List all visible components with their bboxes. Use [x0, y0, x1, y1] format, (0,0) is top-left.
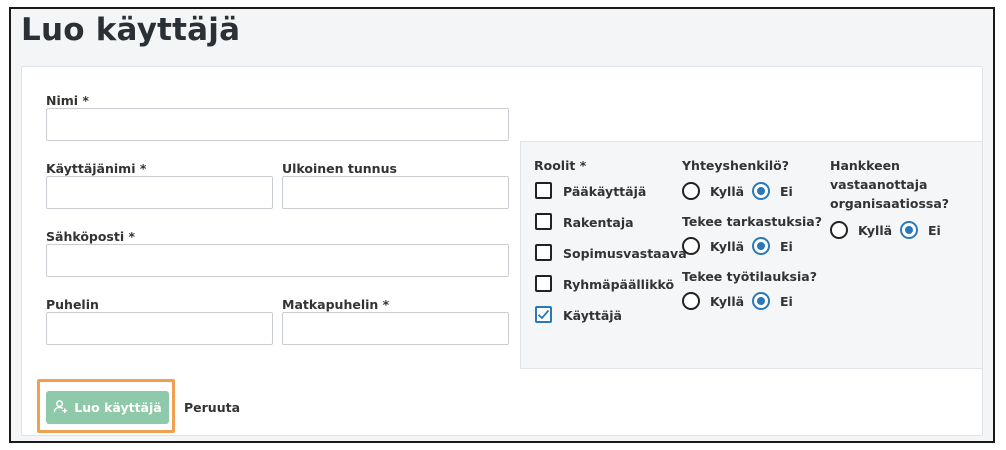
- inspections-yes-radio[interactable]: [682, 237, 700, 255]
- roles-panel: Roolit * Pääkäyttäjä Rakentaja Sopimusva…: [520, 141, 983, 369]
- add-user-icon: [53, 399, 68, 417]
- inspections-no-label: Ei: [780, 239, 793, 254]
- mobile-input[interactable]: [282, 312, 509, 345]
- role-checkbox-user[interactable]: [535, 306, 552, 323]
- project-receiver-title-line1: Hankkeen: [830, 158, 900, 173]
- role-label-group-manager: Ryhmäpäällikkö: [563, 277, 675, 292]
- contact-no-label: Ei: [780, 184, 793, 199]
- work-orders-yes-radio[interactable]: [682, 292, 700, 310]
- contact-yes-label: Kyllä: [710, 184, 745, 199]
- name-label: Nimi *: [46, 93, 89, 108]
- create-user-button-label: Luo käyttäjä: [74, 400, 162, 415]
- work-orders-yes-label: Kyllä: [710, 294, 745, 309]
- role-label-user: Käyttäjä: [563, 308, 622, 323]
- project-receiver-yes-radio[interactable]: [830, 221, 848, 239]
- contact-no-radio[interactable]: [752, 182, 770, 200]
- external-id-label: Ulkoinen tunnus: [282, 161, 397, 176]
- name-input[interactable]: [46, 108, 509, 141]
- window-frame: Luo käyttäjä Nimi * Käyttäjänimi * Ulkoi…: [9, 7, 995, 443]
- external-id-input[interactable]: [282, 176, 509, 209]
- project-receiver-title-line3: organisaatiossa?: [830, 196, 950, 211]
- role-checkbox-group-manager[interactable]: [535, 275, 552, 292]
- work-orders-question-title: Tekee työtilauksia?: [682, 269, 817, 284]
- create-user-button[interactable]: Luo käyttäjä: [46, 391, 169, 424]
- phone-input[interactable]: [46, 312, 273, 345]
- project-receiver-yes-label: Kyllä: [858, 223, 893, 238]
- role-checkbox-builder[interactable]: [535, 213, 552, 230]
- project-receiver-no-radio[interactable]: [900, 221, 918, 239]
- work-orders-no-label: Ei: [780, 294, 793, 309]
- username-label: Käyttäjänimi *: [46, 161, 147, 176]
- role-checkbox-contract-manager[interactable]: [535, 244, 552, 261]
- project-receiver-no-label: Ei: [928, 223, 941, 238]
- mobile-label: Matkapuhelin *: [282, 297, 390, 312]
- project-receiver-title-line2: vastaanottaja: [830, 177, 928, 192]
- cancel-link[interactable]: Peruuta: [184, 400, 240, 415]
- email-label: Sähköposti *: [46, 229, 136, 244]
- email-input[interactable]: [46, 244, 509, 277]
- role-label-contract-manager: Sopimusvastaava: [563, 246, 687, 261]
- work-orders-no-radio[interactable]: [752, 292, 770, 310]
- inspections-no-radio[interactable]: [752, 237, 770, 255]
- checkmark-icon: [537, 309, 550, 320]
- contact-question-title: Yhteyshenkilö?: [682, 158, 789, 173]
- role-label-builder: Rakentaja: [563, 215, 634, 230]
- page-title: Luo käyttäjä: [21, 12, 241, 48]
- username-input[interactable]: [46, 176, 273, 209]
- phone-label: Puhelin: [46, 297, 99, 312]
- inspections-yes-label: Kyllä: [710, 239, 745, 254]
- roles-title: Roolit *: [534, 158, 587, 173]
- role-checkbox-admin[interactable]: [535, 182, 552, 199]
- role-label-admin: Pääkäyttäjä: [563, 184, 647, 199]
- contact-yes-radio[interactable]: [682, 182, 700, 200]
- inspections-question-title: Tekee tarkastuksia?: [682, 214, 822, 229]
- user-form-card: Nimi * Käyttäjänimi * Ulkoinen tunnus Sä…: [21, 66, 983, 436]
